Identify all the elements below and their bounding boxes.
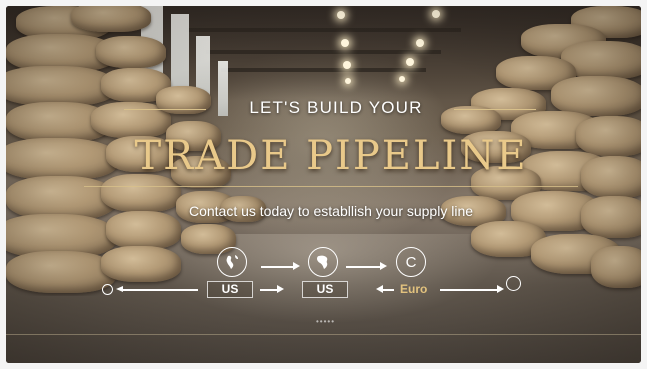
headline-title: TRADE PIPELINE bbox=[134, 133, 528, 179]
origin-currency-label: US bbox=[207, 281, 253, 298]
flow-line bbox=[122, 289, 198, 291]
transit-currency-label: US bbox=[302, 281, 348, 298]
subtitle-rule-right bbox=[454, 109, 536, 110]
flow-end-node bbox=[506, 276, 521, 291]
flow-start-node bbox=[102, 284, 113, 295]
flow-arrowhead bbox=[376, 285, 383, 293]
currency-c-icon: C bbox=[396, 247, 426, 277]
flow-arrow bbox=[260, 289, 277, 291]
subtitle: LET'S BUILD YOUR bbox=[249, 98, 423, 117]
flow-arrow bbox=[346, 266, 380, 268]
globe-africa-icon bbox=[308, 247, 338, 277]
flow-arrowhead bbox=[497, 285, 504, 293]
banner-frame: LET'S BUILD YOUR TRADE PIPELINE Contact … bbox=[6, 6, 641, 363]
flow-arrow bbox=[261, 266, 293, 268]
title-underline bbox=[84, 186, 578, 187]
flow-arrowhead bbox=[380, 262, 387, 270]
flow-arrow bbox=[383, 289, 394, 291]
floor-highlight bbox=[6, 334, 641, 335]
flow-arrowhead bbox=[277, 285, 284, 293]
pagination-dots: ••••• bbox=[316, 317, 336, 326]
tagline: Contact us today to establlish your supp… bbox=[188, 203, 474, 219]
flow-line bbox=[440, 289, 498, 291]
currency-symbol: C bbox=[405, 253, 417, 271]
flow-arrowhead bbox=[293, 262, 300, 270]
destination-currency-label: Euro bbox=[400, 282, 428, 296]
subtitle-rule-left bbox=[124, 109, 206, 110]
globe-americas-icon bbox=[217, 247, 247, 277]
